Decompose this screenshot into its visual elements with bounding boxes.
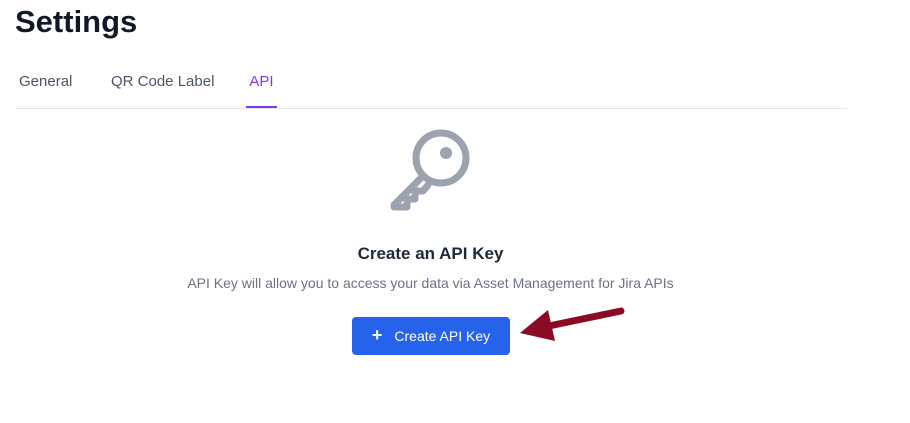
create-api-key-button[interactable]: + Create API Key xyxy=(352,317,510,355)
empty-state-description: API Key will allow you to access your da… xyxy=(187,275,674,291)
tab-qr-code-label[interactable]: QR Code Label xyxy=(111,58,214,108)
tab-bar: General QR Code Label API xyxy=(15,58,847,109)
tab-api[interactable]: API xyxy=(246,58,277,108)
plus-icon: + xyxy=(371,324,383,345)
page-title: Settings xyxy=(15,4,138,39)
create-api-key-label: Create API Key xyxy=(394,328,491,344)
key-icon xyxy=(390,129,470,211)
arrow-left-icon xyxy=(520,307,625,341)
tab-general[interactable]: General xyxy=(19,58,72,108)
empty-state-heading: Create an API Key xyxy=(357,244,504,263)
